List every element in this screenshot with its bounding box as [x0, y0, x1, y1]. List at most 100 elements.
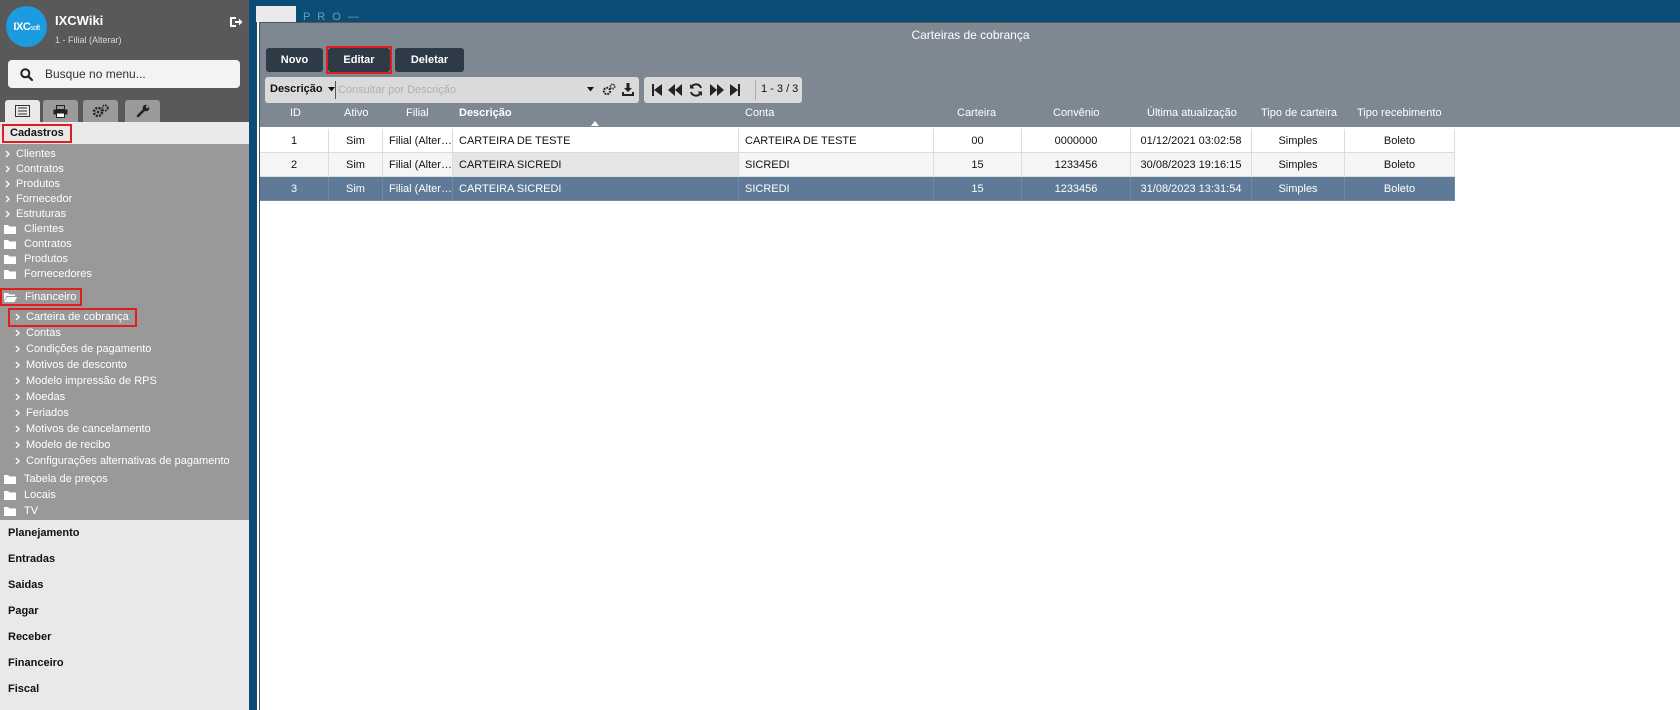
tree-folder-produtos[interactable]: Produtos [4, 251, 68, 267]
tree-folder-fornecedores[interactable]: Fornecedores [4, 266, 92, 282]
cell-ultima-atualizacao: 01/12/2021 03:02:58 [1131, 129, 1252, 153]
filter-gears-icon[interactable] [602, 83, 616, 96]
col-carteira[interactable]: Carteira [957, 107, 996, 119]
tree-folder-label: TV [24, 505, 39, 517]
col-filial[interactable]: Filial [406, 107, 429, 119]
tree-folder-tv[interactable]: TV [4, 503, 38, 519]
search-icon [20, 67, 33, 81]
table-row[interactable]: 1 Sim Filial (Alterar) CARTEIRA DE TESTE… [260, 129, 1455, 153]
editar-button[interactable]: Editar [328, 48, 390, 72]
table-row-selected[interactable]: 3 Sim Filial (Alterar) CARTEIRA SICREDI … [260, 177, 1455, 201]
col-conta[interactable]: Conta [745, 107, 774, 119]
tree-folder-locais[interactable]: Locais [4, 487, 56, 503]
cell-convenio: 0000000 [1022, 129, 1131, 153]
tree-item-label: Contratos [16, 163, 64, 175]
section-pagar[interactable]: Pagar [8, 605, 39, 617]
cell-conta: SICREDI [739, 153, 934, 177]
previous-page-icon[interactable] [668, 84, 682, 96]
section-fiscal[interactable]: Fiscal [8, 683, 39, 695]
wrench-icon [136, 104, 149, 118]
tree-item-condicoes-de-pagamento[interactable]: Condições de pagamento [14, 341, 151, 357]
download-icon[interactable] [622, 83, 634, 96]
menu-search-input[interactable] [45, 67, 235, 81]
page-info: 1 - 3 / 3 [761, 83, 799, 95]
tree-item-config-alternativas-pagamento[interactable]: Configurações alternativas de pagamento [14, 453, 230, 469]
chevron-right-icon [15, 409, 20, 417]
sidebar: IXC soft IXCWiki 1 - Filial (Alterar) Bu… [0, 0, 249, 710]
first-page-icon[interactable] [652, 84, 662, 96]
tab-settings[interactable] [83, 100, 118, 122]
search-field-select[interactable]: Descrição [270, 83, 335, 95]
novo-button[interactable]: Novo [266, 48, 323, 72]
tree-item-feriados[interactable]: Feriados [14, 405, 69, 421]
tree-folder-label: Tabela de preços [24, 473, 108, 485]
tree-folder-label: Locais [24, 489, 56, 501]
tree-item-label: Condições de pagamento [26, 343, 152, 355]
tree-folder-tabela-de-precos[interactable]: Tabela de preços [4, 471, 108, 487]
tree-item-label: Produtos [16, 178, 61, 190]
tree-item-label: Motivos de desconto [26, 359, 127, 371]
col-tipo-recebimento[interactable]: Tipo recebimento [1357, 107, 1442, 119]
tree-item-motivos-de-desconto[interactable]: Motivos de desconto [14, 357, 127, 373]
section-planejamento[interactable]: Planejamento [8, 527, 80, 539]
section-receber[interactable]: Receber [8, 631, 51, 643]
search-input[interactable] [335, 81, 585, 99]
tab-print[interactable] [43, 100, 78, 122]
tree-item-modelo-de-recibo[interactable]: Modelo de recibo [14, 437, 110, 453]
cell-id: 2 [260, 153, 329, 177]
logout-icon[interactable] [229, 15, 243, 29]
section-entradas[interactable]: Entradas [8, 553, 55, 565]
tree-item-label: Estruturas [16, 208, 67, 220]
menu-tree: Cadastros Clientes Contratos Produtos Fo… [0, 122, 249, 520]
tree-title-cadastros[interactable]: Cadastros [2, 124, 72, 143]
tree-item-contas[interactable]: Contas [14, 325, 61, 341]
tree-item-fornecedor[interactable]: Fornecedor [4, 191, 72, 207]
folder-icon [4, 255, 16, 264]
tree-item-modelo-impressao-rps[interactable]: Modelo impressão de RPS [14, 373, 157, 389]
cell-descricao: CARTEIRA SICREDI [453, 177, 739, 201]
cell-carteira: 00 [934, 129, 1022, 153]
tree-item-estruturas[interactable]: Estruturas [4, 206, 66, 222]
tree-item-clientes[interactable]: Clientes [4, 146, 56, 162]
col-ultima-atualizacao[interactable]: Última atualização [1147, 107, 1237, 119]
search-bar: Descrição [265, 77, 639, 103]
col-id[interactable]: ID [290, 107, 301, 119]
tree-item-label: Configurações alternativas de pagamento [26, 455, 230, 467]
tree-item-label: Feriados [26, 407, 69, 419]
col-descricao[interactable]: Descrição [459, 107, 512, 119]
deletar-button[interactable]: Deletar [395, 48, 464, 72]
cell-convenio: 1233456 [1022, 153, 1131, 177]
branch-selector[interactable]: 1 - Filial (Alterar) [55, 35, 122, 45]
logo-text: IXC [13, 20, 31, 33]
next-page-icon[interactable] [710, 84, 724, 96]
menu-search-box[interactable] [8, 60, 240, 88]
section-financeiro[interactable]: Financeiro [8, 657, 64, 669]
tree-item-motivos-de-cancelamento[interactable]: Motivos de cancelamento [14, 421, 151, 437]
folder-icon [4, 475, 16, 484]
tree-item-carteira-de-cobranca[interactable]: Carteira de cobrança [14, 309, 129, 325]
chevron-right-icon [15, 441, 20, 449]
section-saidas[interactable]: Saidas [8, 579, 43, 591]
tab-cadastros[interactable] [5, 100, 40, 122]
tree-item-moedas[interactable]: Moedas [14, 389, 65, 405]
desktop-background [249, 0, 1680, 22]
tree-item-label: Moedas [26, 391, 66, 403]
tree-folder-financeiro[interactable]: Financeiro [4, 289, 76, 305]
tree-folder-contratos[interactable]: Contratos [4, 236, 72, 252]
tree-folder-clientes[interactable]: Clientes [4, 221, 64, 237]
col-convenio[interactable]: Convênio [1053, 107, 1099, 119]
caret-down-icon[interactable] [587, 87, 594, 92]
chevron-right-icon [15, 361, 20, 369]
tree-item-produtos[interactable]: Produtos [4, 176, 60, 192]
folder-icon [4, 225, 16, 234]
col-tipo-de-carteira[interactable]: Tipo de carteira [1261, 107, 1337, 119]
cell-ativo: Sim [329, 129, 383, 153]
col-ativo[interactable]: Ativo [344, 107, 368, 119]
cell-ativo: Sim [329, 153, 383, 177]
tree-item-contratos[interactable]: Contratos [4, 161, 64, 177]
table-row[interactable]: 2 Sim Filial (Alterar) CARTEIRA SICREDI … [260, 153, 1455, 177]
chevron-right-icon [15, 393, 20, 401]
tab-tools[interactable] [125, 100, 160, 122]
refresh-icon[interactable] [689, 83, 703, 97]
last-page-icon[interactable] [730, 84, 740, 96]
